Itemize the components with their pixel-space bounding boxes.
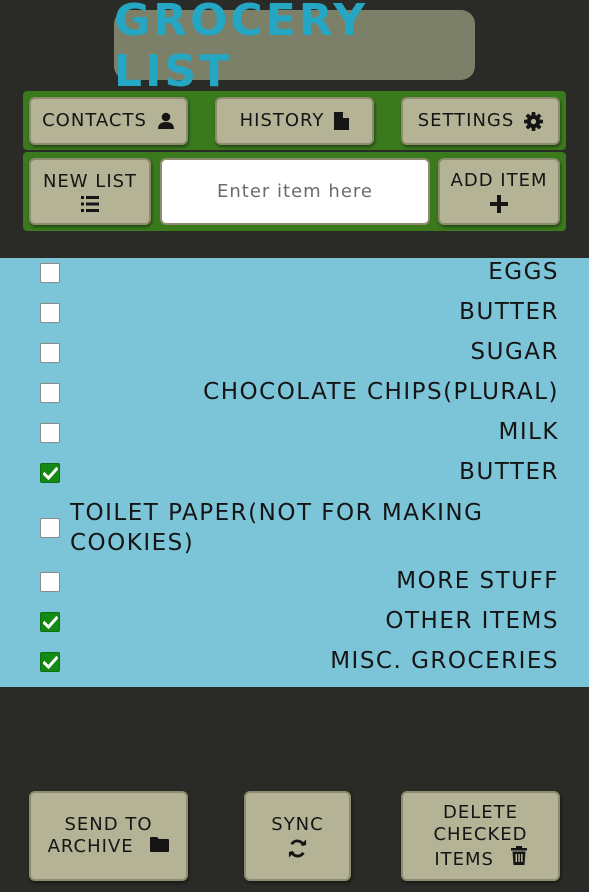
item-checkbox-checked[interactable] — [40, 463, 60, 483]
item-checkbox[interactable] — [40, 383, 60, 403]
file-icon — [334, 112, 350, 130]
user-icon — [157, 112, 175, 130]
contacts-label: CONTACTS — [42, 110, 147, 131]
title-banner: GROCERY LIST — [114, 0, 475, 97]
list-item: TOILET PAPER(NOT FOR MAKING COOKIES) — [0, 498, 589, 558]
item-checkbox[interactable] — [40, 303, 60, 323]
grocery-app: GROCERY LIST CONTACTS HISTORY SETTINGS N… — [0, 0, 589, 892]
item-checkbox[interactable] — [40, 263, 60, 283]
item-label: CHOCOLATE CHIPS(PLURAL) — [203, 379, 559, 405]
item-label: MISC. GROCERIES — [330, 648, 559, 674]
item-label: BUTTER — [459, 459, 559, 485]
plus-icon — [490, 195, 508, 213]
list-item: BUTTER — [0, 458, 589, 488]
add-item-label: ADD ITEM — [450, 170, 548, 191]
list-item: MORE STUFF — [0, 567, 589, 597]
new-list-label: NEW LIST — [42, 171, 138, 192]
item-checkbox-checked[interactable] — [40, 612, 60, 632]
history-button[interactable]: HISTORY — [215, 97, 374, 145]
item-label: MORE STUFF — [396, 568, 559, 594]
history-label: HISTORY — [239, 110, 325, 131]
sync-label: SYNC — [271, 814, 324, 835]
sync-icon — [288, 839, 307, 858]
item-checkbox-checked[interactable] — [40, 652, 60, 672]
list-item: MISC. GROCERIES — [0, 647, 589, 677]
checkmark-icon — [43, 616, 58, 629]
list-item: BUTTER — [0, 298, 589, 328]
settings-button[interactable]: SETTINGS — [401, 97, 560, 145]
checkmark-icon — [43, 467, 58, 480]
item-label: MILK — [498, 419, 559, 445]
checkmark-icon — [43, 656, 58, 669]
list-icon — [81, 196, 99, 212]
list-item: OTHER ITEMS — [0, 607, 589, 637]
list-item: MILK — [0, 418, 589, 448]
folder-icon — [150, 837, 170, 852]
contacts-button[interactable]: CONTACTS — [29, 97, 188, 145]
item-checkbox[interactable] — [40, 343, 60, 363]
item-label: TOILET PAPER(NOT FOR MAKING COOKIES) — [70, 500, 484, 556]
list-item: CHOCOLATE CHIPS(PLURAL) — [0, 378, 589, 408]
send-to-archive-label: SEND TO ARCHIVE — [39, 814, 178, 858]
item-checkbox[interactable] — [40, 518, 60, 538]
item-label: BUTTER — [459, 299, 559, 325]
item-checkbox[interactable] — [40, 423, 60, 443]
gear-icon — [524, 111, 544, 131]
new-list-button[interactable]: NEW LIST — [29, 158, 151, 225]
delete-checked-label: DELETE CHECKED ITEMS — [433, 801, 528, 870]
settings-label: SETTINGS — [417, 110, 515, 131]
item-label: SUGAR — [470, 339, 559, 365]
item-label: EGGS — [488, 259, 559, 285]
sync-button[interactable]: SYNC — [244, 791, 351, 881]
item-label: OTHER ITEMS — [385, 608, 559, 634]
item-checkbox[interactable] — [40, 572, 60, 592]
trash-icon — [510, 845, 527, 865]
list-item: EGGS — [0, 258, 589, 288]
add-item-button[interactable]: ADD ITEM — [438, 158, 560, 225]
page-title: GROCERY LIST — [114, 0, 369, 97]
send-to-archive-button[interactable]: SEND TO ARCHIVE — [29, 791, 188, 881]
grocery-list: EGGS BUTTER SUGAR CHOCOLATE CHIPS(PLURAL… — [0, 258, 589, 687]
list-item: SUGAR — [0, 338, 589, 368]
delete-checked-items-button[interactable]: DELETE CHECKED ITEMS — [401, 791, 560, 881]
item-input[interactable] — [160, 158, 430, 225]
